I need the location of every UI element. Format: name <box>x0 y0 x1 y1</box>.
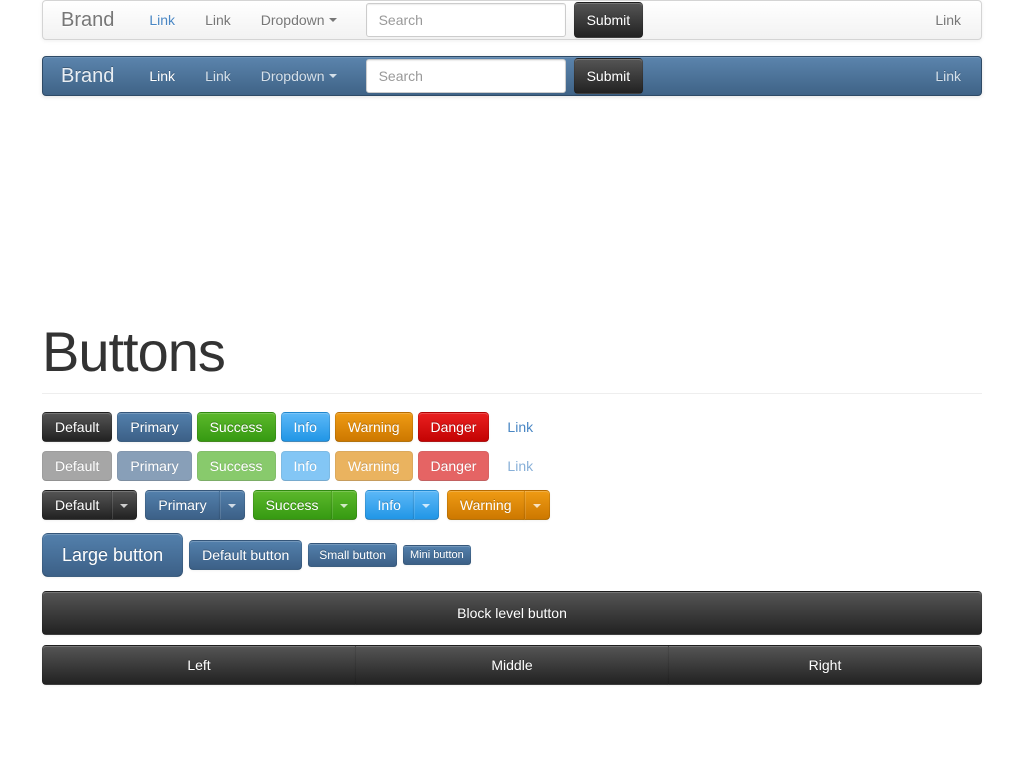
navbar-dark: Brand Link Link Dropdown Submit Link <box>42 56 982 96</box>
navbar-light-right-link[interactable]: Link <box>920 1 961 40</box>
navbar-light-link-1-label[interactable]: Link <box>134 1 190 40</box>
page-container: Brand Link Link Dropdown Submit Link <box>42 0 982 685</box>
button-group-default-main[interactable]: Default <box>42 490 113 520</box>
button-group-success-toggle[interactable] <box>330 490 357 520</box>
button-link[interactable]: Link <box>494 412 546 442</box>
chevron-down-icon <box>532 503 541 508</box>
button-group-success: Success <box>252 490 357 520</box>
navbar-light-brand[interactable]: Brand <box>61 1 134 39</box>
navbar-light-nav-right: Link <box>920 1 961 40</box>
button-link-disabled: Link <box>494 451 546 481</box>
button-row-dropdown-groups: Default Primary Success Info Warning <box>42 490 982 520</box>
button-group-primary-toggle[interactable] <box>218 490 245 520</box>
chevron-down-icon <box>328 73 337 78</box>
navbar-light-link-1[interactable]: Link <box>134 1 190 40</box>
button-warning[interactable]: Warning <box>334 412 413 442</box>
button-right[interactable]: Right <box>668 645 982 685</box>
navbar-dark-nav: Link Link Dropdown <box>134 57 351 96</box>
block-level-button[interactable]: Block level button <box>42 591 982 635</box>
search-input[interactable] <box>365 3 566 37</box>
navbar-dark-link-2[interactable]: Link <box>190 57 246 96</box>
navbar-dark-dropdown-label: Dropdown <box>260 67 325 84</box>
navbar-light-dropdown[interactable]: Dropdown <box>246 1 352 40</box>
navbar-light-dropdown-label: Dropdown <box>260 11 325 28</box>
button-primary[interactable]: Primary <box>117 412 192 442</box>
button-row-sizes: Large button Default button Small button… <box>42 533 982 577</box>
submit-button[interactable]: Submit <box>573 2 644 38</box>
chevron-down-icon <box>328 17 337 22</box>
button-success-disabled: Success <box>196 451 276 481</box>
button-group-info: Info <box>364 490 439 520</box>
button-info[interactable]: Info <box>280 412 330 442</box>
navbar-light-right-link-label[interactable]: Link <box>920 1 961 40</box>
navbar-dark-brand[interactable]: Brand <box>61 57 134 95</box>
button-primary-disabled: Primary <box>117 451 192 481</box>
button-success[interactable]: Success <box>196 412 276 442</box>
navbar-dark-link-1[interactable]: Link <box>134 57 190 96</box>
navbar-light-search-form: Submit <box>365 2 644 38</box>
navbar-dark-dropdown-toggle[interactable]: Dropdown <box>246 57 352 96</box>
chevron-down-icon <box>421 503 430 508</box>
search-input[interactable] <box>365 59 566 93</box>
button-left[interactable]: Left <box>42 645 356 685</box>
button-mini[interactable]: Mini button <box>402 545 471 565</box>
chevron-down-icon <box>227 503 236 508</box>
button-group-default: Default <box>42 490 138 520</box>
button-default[interactable]: Default <box>42 412 113 442</box>
navbar-dark-dropdown[interactable]: Dropdown <box>246 57 352 96</box>
button-group-primary-main[interactable]: Primary <box>145 490 220 520</box>
navbar-light-nav: Link Link Dropdown <box>134 1 351 40</box>
button-danger-disabled: Danger <box>417 451 490 481</box>
button-danger[interactable]: Danger <box>417 412 490 442</box>
button-info-disabled: Info <box>280 451 330 481</box>
block-button-wrapper: Block level button <box>42 591 982 635</box>
page-header: Buttons <box>42 320 982 394</box>
button-group-default-toggle[interactable] <box>111 490 138 520</box>
button-group-warning-main[interactable]: Warning <box>446 490 525 520</box>
button-default-disabled: Default <box>42 451 113 481</box>
chevron-down-icon <box>120 503 129 508</box>
button-small[interactable]: Small button <box>308 543 397 567</box>
button-row-disabled: Default Primary Success Info Warning Dan… <box>42 451 982 481</box>
button-group-warning: Warning <box>446 490 550 520</box>
chevron-down-icon <box>339 503 348 508</box>
button-row-standard: Default Primary Success Info Warning Dan… <box>42 412 982 442</box>
button-group-warning-toggle[interactable] <box>523 490 550 520</box>
navbar-light-dropdown-toggle[interactable]: Dropdown <box>246 1 352 40</box>
button-default-size[interactable]: Default button <box>189 540 303 570</box>
navbar-dark-link-1-label[interactable]: Link <box>134 57 190 96</box>
page-title: Buttons <box>42 320 226 383</box>
button-group-primary: Primary <box>145 490 245 520</box>
button-group-success-main[interactable]: Success <box>252 490 332 520</box>
navbar-light-link-2[interactable]: Link <box>190 1 246 40</box>
navbar-dark-nav-right: Link <box>920 57 961 96</box>
navbar-light: Brand Link Link Dropdown Submit Link <box>42 0 982 40</box>
button-middle[interactable]: Middle <box>355 645 669 685</box>
navbar-dark-search-form: Submit <box>365 58 644 94</box>
navbar-dark-right-link[interactable]: Link <box>920 57 961 96</box>
button-group-info-toggle[interactable] <box>412 490 439 520</box>
button-large[interactable]: Large button <box>42 533 184 577</box>
button-warning-disabled: Warning <box>334 451 413 481</box>
button-group-justified: Left Middle Right <box>42 645 982 685</box>
navbar-dark-right-link-label[interactable]: Link <box>920 57 961 96</box>
button-group-info-main[interactable]: Info <box>364 490 414 520</box>
navbar-dark-link-2-label[interactable]: Link <box>190 57 246 96</box>
submit-button[interactable]: Submit <box>573 58 644 94</box>
navbar-dark-inner: Brand Link Link Dropdown Submit Link <box>42 56 982 96</box>
navbar-light-link-2-label[interactable]: Link <box>190 1 246 40</box>
navbar-light-inner: Brand Link Link Dropdown Submit Link <box>42 0 982 40</box>
